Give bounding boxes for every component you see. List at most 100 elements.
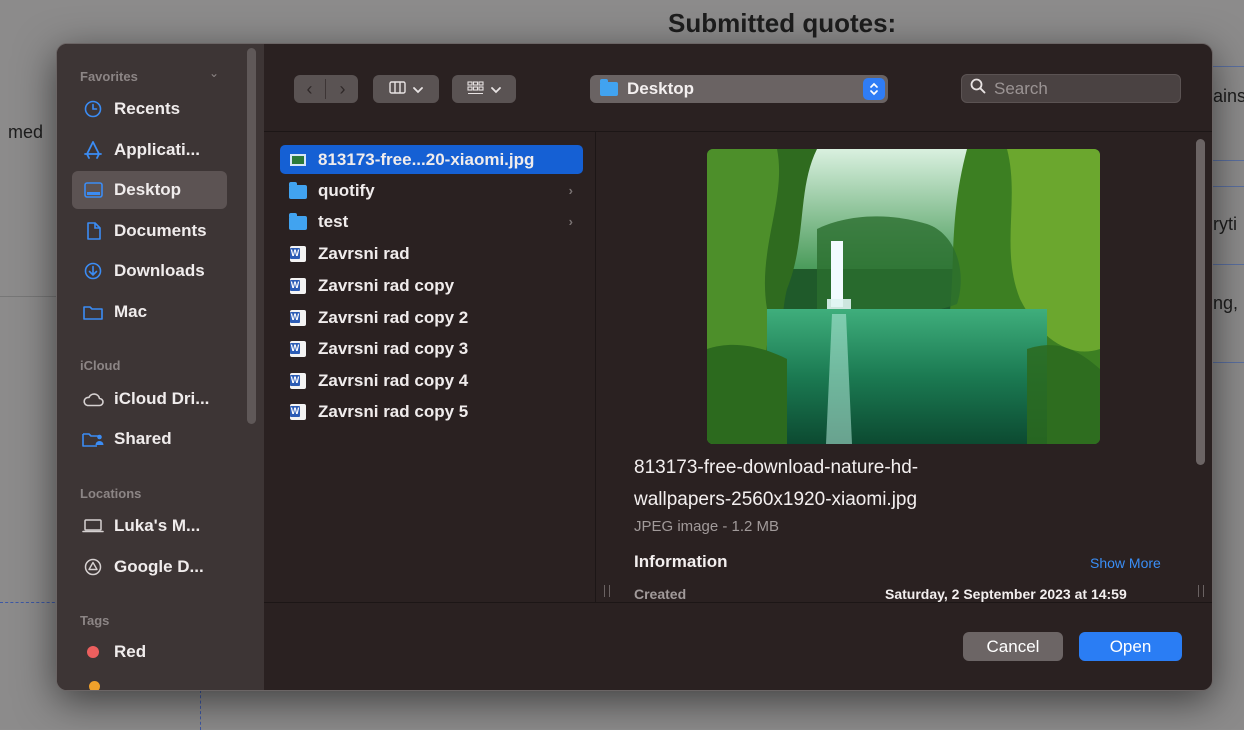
forward-button[interactable]: › xyxy=(327,75,358,103)
word-document-icon xyxy=(289,245,307,262)
folder-icon xyxy=(289,181,307,199)
sidebar-section-favorites: Favorites xyxy=(80,69,138,84)
file-item[interactable]: 813173-free...20-xiaomi.jpg xyxy=(280,145,583,174)
cancel-button[interactable]: Cancel xyxy=(963,632,1063,661)
view-mode-button[interactable] xyxy=(373,75,439,103)
file-name: Zavrsni rad xyxy=(318,243,410,263)
back-button[interactable]: ‹ xyxy=(294,75,325,103)
column-resize-handle[interactable] xyxy=(604,585,610,597)
word-document-icon xyxy=(289,403,307,420)
sidebar-item-label: Shared xyxy=(114,429,172,448)
chevron-right-icon: › xyxy=(568,183,573,198)
dashed-divider xyxy=(200,690,201,730)
file-item[interactable]: Zavrsni rad copy 4 xyxy=(280,366,583,395)
file-name: Zavrsni rad copy 3 xyxy=(318,338,469,358)
folder-item[interactable]: test › xyxy=(280,207,583,236)
preview-file-name: 813173-free-download-nature-hd- wallpape… xyxy=(634,452,1134,516)
chevron-down-icon[interactable]: ⌄ xyxy=(209,66,219,80)
sidebar-section-tags: Tags xyxy=(80,613,110,628)
divider xyxy=(1212,66,1244,67)
sidebar-item-downloads[interactable]: Downloads xyxy=(72,252,227,290)
sidebar-item-desktop[interactable]: Desktop xyxy=(72,171,227,209)
column-resize-handle[interactable] xyxy=(1198,585,1204,597)
search-input[interactable] xyxy=(992,77,1166,100)
sidebar-item-shared[interactable]: Shared xyxy=(72,420,227,458)
divider xyxy=(1212,264,1244,265)
dashed-divider xyxy=(0,602,60,603)
sidebar-item-mac-disk[interactable]: Luka's M... xyxy=(72,507,227,545)
divider xyxy=(1212,160,1244,161)
column-divider[interactable] xyxy=(595,132,596,602)
sidebar-item-label: Luka's M... xyxy=(114,516,201,535)
file-name: 813173-free...20-xiaomi.jpg xyxy=(318,149,535,169)
sidebar-item-mac[interactable]: Mac xyxy=(72,293,227,331)
word-document-icon xyxy=(289,277,307,294)
shared-folder-icon xyxy=(82,429,104,449)
background-text: med xyxy=(8,122,44,142)
image-preview xyxy=(707,149,1100,444)
file-item[interactable]: Zavrsni rad copy 3 xyxy=(280,334,583,363)
sidebar-item-label: Red xyxy=(114,642,147,661)
folder-icon xyxy=(82,302,104,322)
navigation-buttons: ‹ › xyxy=(294,75,358,103)
sidebar-section-locations: Locations xyxy=(80,486,142,501)
file-name: Zavrsni rad copy 4 xyxy=(318,370,469,390)
chevron-right-icon: › xyxy=(568,214,573,229)
tag-dot-icon xyxy=(82,642,104,662)
divider xyxy=(264,602,1212,603)
sidebar-scrollbar[interactable] xyxy=(247,48,256,424)
divider xyxy=(0,296,60,297)
word-document-icon xyxy=(289,309,307,326)
sidebar: Favorites ⌄ Recents Applicati... Desktop… xyxy=(57,44,264,690)
folder-icon xyxy=(600,79,618,96)
sidebar-item-documents[interactable]: Documents xyxy=(72,212,227,250)
sidebar-item-icloud-drive[interactable]: iCloud Dri... xyxy=(72,380,227,418)
sidebar-item-label: Documents xyxy=(114,221,207,240)
updown-chevron-icon xyxy=(863,78,885,100)
divider xyxy=(1212,186,1244,187)
file-name: Zavrsni rad copy 5 xyxy=(318,401,469,421)
sidebar-item-recents[interactable]: Recents xyxy=(72,90,227,128)
laptop-icon xyxy=(82,516,104,536)
preview-file-kind: JPEG image - 1.2 MB xyxy=(634,518,780,535)
group-by-button[interactable] xyxy=(452,75,516,103)
preview-scrollbar[interactable] xyxy=(1196,139,1205,465)
chevron-down-icon xyxy=(491,81,501,97)
sidebar-item-applications[interactable]: Applicati... xyxy=(72,131,227,169)
cloud-icon xyxy=(82,389,104,409)
folder-icon xyxy=(289,212,307,230)
sidebar-item-google-drive[interactable]: Google D... xyxy=(72,548,227,586)
sidebar-item-tag-red[interactable]: Red xyxy=(72,633,227,671)
tag-dot-icon xyxy=(89,681,100,690)
open-button[interactable]: Open xyxy=(1079,632,1182,661)
file-item[interactable]: Zavrsni rad xyxy=(280,239,583,268)
image-file-icon xyxy=(289,152,307,168)
divider xyxy=(264,131,1212,132)
file-name: test xyxy=(318,211,349,231)
drive-icon xyxy=(82,557,104,577)
file-item[interactable]: Zavrsni rad copy xyxy=(280,271,583,300)
sidebar-item-label: Recents xyxy=(114,99,181,118)
search-icon xyxy=(970,78,986,99)
file-item[interactable]: Zavrsni rad copy 5 xyxy=(280,397,583,426)
background-text: ryti xyxy=(1213,214,1237,234)
search-field[interactable] xyxy=(961,74,1181,103)
grid-icon xyxy=(467,80,484,98)
file-name: Zavrsni rad copy 2 xyxy=(318,307,469,327)
folder-item[interactable]: quotify › xyxy=(280,176,583,205)
created-label: Created xyxy=(634,586,687,602)
sidebar-section-icloud: iCloud xyxy=(80,358,121,373)
background-text: ng, xyxy=(1213,293,1239,313)
sidebar-item-label: Applicati... xyxy=(114,140,200,159)
show-more-link[interactable]: Show More xyxy=(1090,555,1161,571)
divider xyxy=(1212,362,1244,363)
location-label: Desktop xyxy=(627,79,695,98)
word-document-icon xyxy=(289,340,307,357)
sidebar-item-label: Google D... xyxy=(114,557,204,576)
location-popup[interactable]: Desktop xyxy=(590,75,888,103)
file-item[interactable]: Zavrsni rad copy 2 xyxy=(280,303,583,332)
created-value: Saturday, 2 September 2023 at 14:59 xyxy=(885,586,1127,602)
sidebar-item-label: Mac xyxy=(114,302,148,321)
sidebar-item-label: iCloud Dri... xyxy=(114,389,210,408)
background-text: ains xyxy=(1213,86,1244,106)
